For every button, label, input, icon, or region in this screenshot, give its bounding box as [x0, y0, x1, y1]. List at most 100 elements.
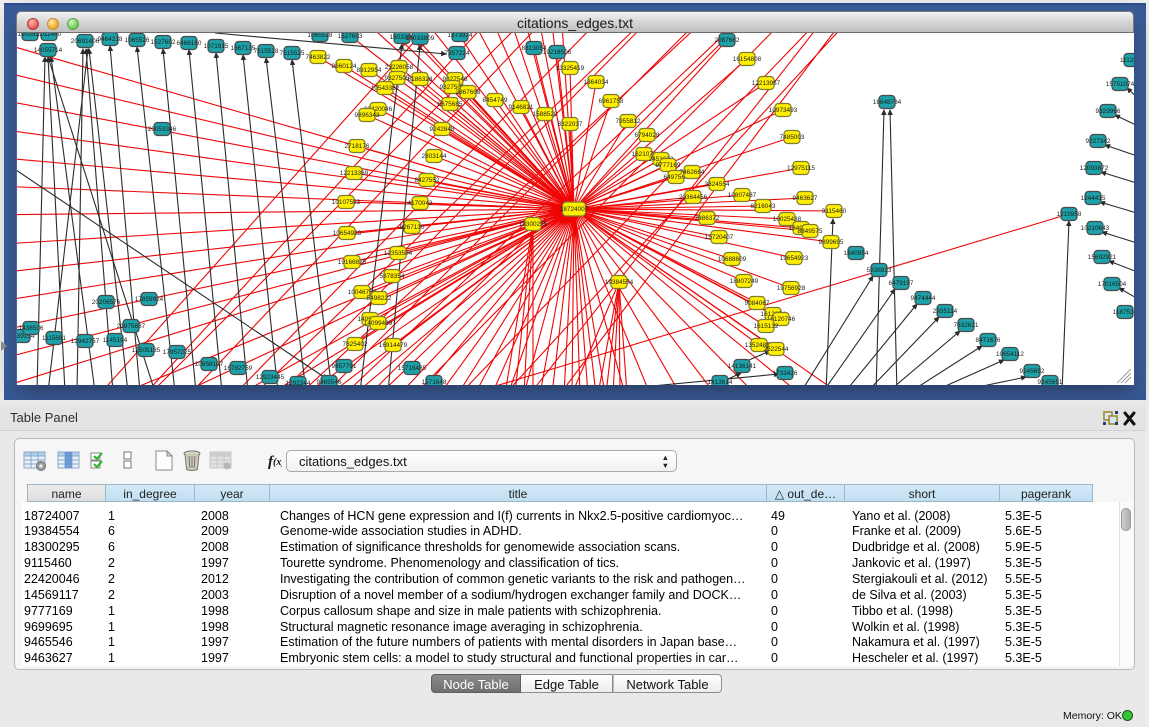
svg-text:6466160: 6466160 — [177, 40, 202, 47]
svg-text:12213369: 12213369 — [340, 170, 369, 177]
svg-text:9245651: 9245651 — [1038, 379, 1063, 385]
svg-text:6794028: 6794028 — [635, 132, 660, 139]
svg-text:6479197: 6479197 — [889, 280, 914, 287]
svg-text:8322037: 8322037 — [558, 121, 583, 128]
svg-text:8186328: 8186328 — [408, 76, 433, 83]
svg-text:7955812: 7955812 — [616, 118, 641, 125]
svg-text:19166825: 19166825 — [338, 259, 367, 266]
svg-text:5878354: 5878354 — [380, 273, 405, 280]
svg-text:2011460: 2011460 — [37, 33, 62, 38]
svg-text:15720407: 15720407 — [705, 234, 734, 241]
svg-text:7462664: 7462664 — [680, 169, 705, 176]
svg-text:7485003: 7485003 — [780, 134, 805, 141]
svg-text:1244415: 1244415 — [1081, 195, 1106, 202]
svg-text:23226058: 23226058 — [385, 64, 414, 71]
svg-text:10654112: 10654112 — [996, 351, 1024, 358]
svg-text:7515525: 7515525 — [280, 50, 305, 57]
svg-text:1292344: 1292344 — [286, 380, 311, 385]
svg-text:18807249: 18807249 — [730, 278, 759, 285]
svg-text:9465546: 9465546 — [317, 379, 342, 385]
svg-text:12975115: 12975115 — [787, 165, 815, 172]
svg-text:1527602: 1527602 — [151, 39, 176, 46]
svg-text:2935114: 2935114 — [933, 308, 958, 315]
svg-text:1873924: 1873924 — [448, 33, 473, 39]
svg-text:6961758: 6961758 — [599, 98, 624, 105]
svg-text:18300295: 18300295 — [519, 221, 548, 228]
svg-text:7886372: 7886372 — [695, 215, 720, 222]
svg-text:(x): (x) — [273, 457, 282, 468]
svg-text:10210643: 10210643 — [1081, 225, 1110, 232]
svg-text:19218506: 19218506 — [543, 49, 572, 56]
svg-text:9115460: 9115460 — [822, 208, 847, 215]
svg-text:6216043: 6216043 — [751, 203, 776, 210]
svg-text:10654923: 10654923 — [333, 230, 362, 237]
svg-text:1187534: 1187534 — [1113, 309, 1134, 316]
svg-text:19384554: 19384554 — [605, 279, 634, 286]
svg-text:4170043: 4170043 — [408, 200, 433, 207]
svg-text:1215958: 1215958 — [1057, 211, 1082, 218]
svg-text:15751074: 15751074 — [1106, 81, 1134, 88]
svg-text:2867608: 2867608 — [456, 89, 481, 96]
svg-text:16154808: 16154808 — [733, 56, 762, 63]
svg-text:1640954: 1640954 — [844, 250, 869, 257]
svg-text:13325419: 13325419 — [556, 65, 585, 72]
svg-text:9899695: 9899695 — [819, 239, 844, 246]
svg-text:1571648: 1571648 — [422, 379, 447, 385]
svg-text:8454749: 8454749 — [483, 97, 508, 104]
svg-text:5498222: 5498222 — [367, 295, 392, 302]
svg-text:1615132: 1615132 — [754, 323, 779, 330]
svg-text:19654923: 19654923 — [780, 255, 809, 262]
svg-text:1065528: 1065528 — [308, 33, 333, 39]
svg-text:7463822: 7463822 — [306, 54, 331, 61]
svg-text:9777169: 9777169 — [656, 162, 681, 169]
svg-text:9463627: 9463627 — [793, 195, 818, 202]
svg-text:9857791: 9857791 — [332, 363, 357, 370]
svg-text:1733426: 1733426 — [773, 370, 798, 377]
svg-text:1115681: 1115681 — [42, 335, 66, 342]
svg-text:1364034: 1364034 — [584, 79, 609, 86]
svg-text:10807487: 10807487 — [728, 192, 757, 199]
svg-text:8427552: 8427552 — [415, 177, 440, 184]
svg-text:1145194: 1145194 — [103, 337, 128, 344]
svg-text:1438506: 1438506 — [19, 325, 44, 332]
svg-text:1588520: 1588520 — [533, 111, 558, 118]
svg-text:12505135: 12505135 — [132, 347, 161, 354]
svg-text:10958107: 10958107 — [195, 361, 224, 368]
svg-text:15716485: 15716485 — [398, 365, 427, 372]
svg-text:14055714: 14055714 — [34, 47, 63, 54]
svg-text:9896343: 9896343 — [355, 112, 380, 119]
svg-text:1065526: 1065526 — [125, 37, 150, 44]
svg-text:9474444: 9474444 — [911, 295, 936, 302]
svg-text:7515528: 7515528 — [254, 48, 279, 55]
svg-text:9329966: 9329966 — [1096, 108, 1121, 115]
svg-text:18724007: 18724007 — [560, 206, 589, 213]
svg-text:17859924: 17859924 — [135, 296, 164, 303]
svg-text:9245652: 9245652 — [1020, 368, 1045, 375]
svg-text:1071915: 1071915 — [204, 43, 229, 50]
svg-text:12093872: 12093872 — [1080, 165, 1109, 172]
svg-text:14136141: 14136141 — [728, 363, 757, 370]
svg-text:20206576: 20206576 — [92, 299, 121, 306]
svg-text:1667135: 1667135 — [231, 45, 256, 52]
svg-text:12923445: 12923445 — [256, 374, 285, 381]
svg-text:15692921: 15692921 — [1088, 254, 1117, 261]
svg-text:7632621: 7632621 — [954, 322, 979, 329]
svg-text:9227342: 9227342 — [1086, 138, 1111, 145]
svg-text:9242848: 9242848 — [430, 126, 455, 133]
svg-text:1413614: 1413614 — [708, 379, 733, 385]
svg-text:8471676: 8471676 — [976, 337, 1001, 344]
svg-text:12353594: 12353594 — [384, 250, 413, 257]
svg-text:2718176: 2718176 — [345, 143, 370, 150]
svg-text:20053346: 20053346 — [148, 126, 177, 133]
svg-text:16782759: 16782759 — [224, 365, 253, 372]
svg-text:19756928: 19756928 — [777, 285, 806, 292]
svg-text:7357224: 7357224 — [445, 50, 470, 57]
svg-text:8849575: 8849575 — [798, 228, 823, 235]
svg-text:2522544: 2522544 — [764, 346, 789, 353]
svg-text:16033809: 16033809 — [406, 35, 435, 42]
svg-text:23975887: 23975887 — [117, 323, 146, 330]
svg-text:16914479: 16914479 — [379, 342, 408, 349]
svg-text:2087682: 2087682 — [715, 37, 740, 44]
svg-text:12213967: 12213967 — [752, 80, 781, 87]
svg-text:7625402: 7625402 — [343, 341, 368, 348]
